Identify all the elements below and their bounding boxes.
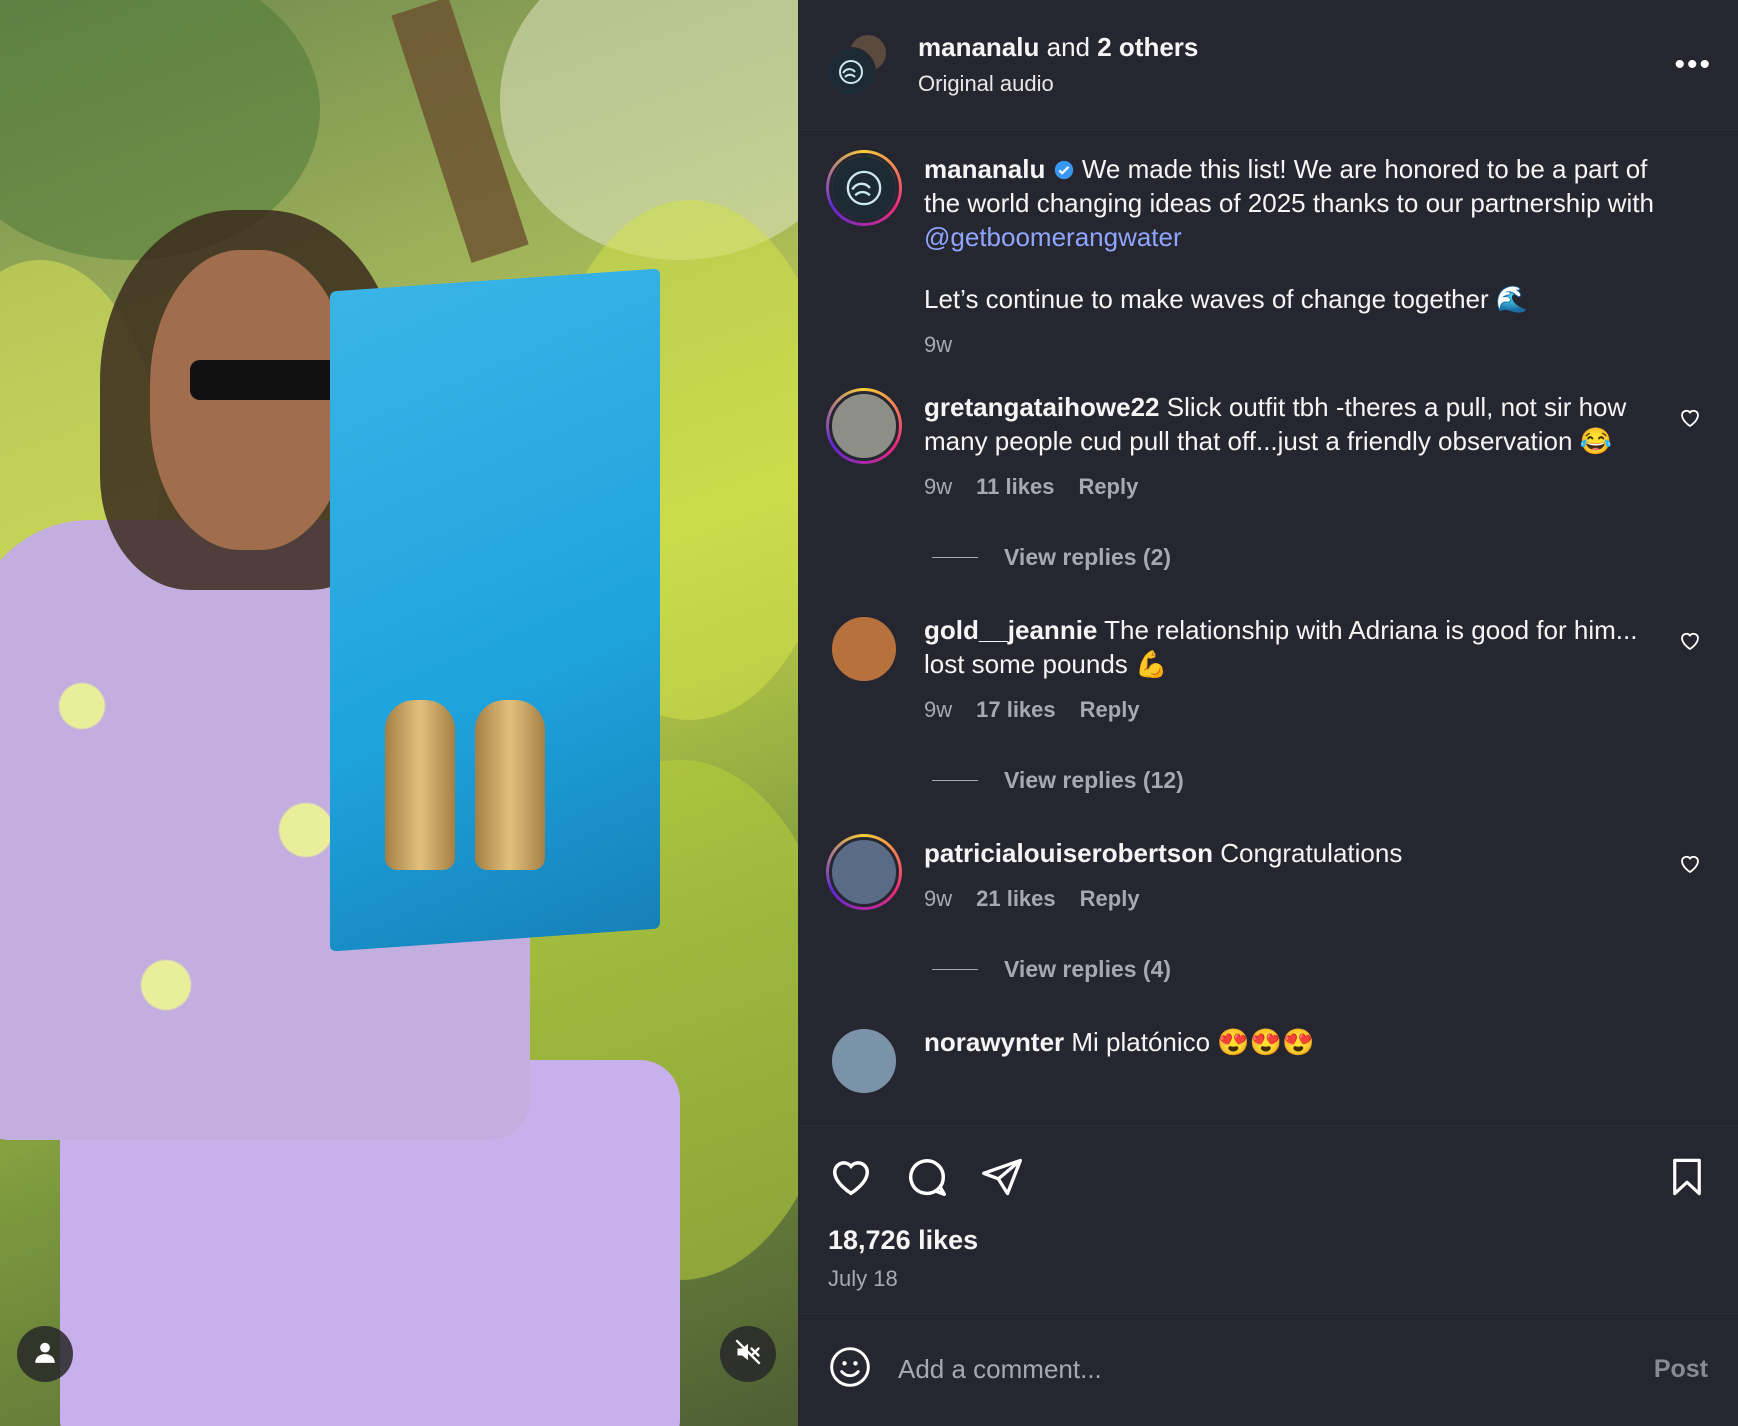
post-actions: 18,726 likes July 18 Post <box>798 1125 1738 1425</box>
comment-composer: Post <box>798 1313 1738 1425</box>
comment-item: gold__jeannie The relationship with Adri… <box>826 611 1708 727</box>
audio-label[interactable]: Original audio <box>918 71 1198 97</box>
verified-icon <box>1053 154 1082 184</box>
caption-username[interactable]: mananalu <box>924 154 1045 184</box>
comment-likes[interactable]: 21 likes <box>976 882 1056 916</box>
comment-icon[interactable] <box>904 1154 950 1205</box>
comment-item: gretangataihowe22 Slick outfit tbh -ther… <box>826 388 1708 504</box>
caption-time: 9w <box>924 332 953 357</box>
reply-button[interactable]: Reply <box>1078 470 1138 504</box>
post-header: mananalu and 2 others Original audio ••• <box>798 0 1738 130</box>
share-icon[interactable] <box>980 1155 1024 1204</box>
comment-item: norawynter Mi platónico 😍😍😍 <box>826 1023 1708 1099</box>
comment-likes[interactable]: 17 likes <box>976 693 1056 727</box>
view-replies-button[interactable]: View replies (2) <box>932 544 1708 571</box>
header-authors[interactable]: mananalu and 2 others <box>918 32 1198 63</box>
reply-button[interactable]: Reply <box>1080 882 1140 916</box>
mute-button[interactable] <box>720 1326 776 1382</box>
comment-likes[interactable]: 11 likes <box>976 470 1054 504</box>
author-name[interactable]: mananalu <box>918 32 1039 62</box>
avatar[interactable] <box>826 388 902 464</box>
view-replies-button[interactable]: View replies (4) <box>932 956 1708 983</box>
like-comment-heart-icon[interactable] <box>1678 406 1702 435</box>
comment-time: 9w <box>924 886 953 911</box>
others-link[interactable]: 2 others <box>1097 32 1198 62</box>
caption-text-2: Let’s continue to make waves of change t… <box>924 284 1529 314</box>
comment-text: Mi platónico 😍😍😍 <box>1071 1027 1315 1057</box>
user-icon <box>32 1339 58 1370</box>
comment-username[interactable]: gold__jeannie <box>924 615 1097 645</box>
divider <box>932 557 978 558</box>
avatar[interactable] <box>826 1023 902 1099</box>
wave-logo-icon <box>846 170 882 206</box>
mention-link[interactable]: @getboomerangwater <box>924 222 1182 252</box>
avatar[interactable] <box>826 834 902 910</box>
more-options-button[interactable]: ••• <box>1674 48 1712 82</box>
comment-text: Congratulations <box>1220 838 1403 868</box>
reply-button[interactable]: Reply <box>1080 693 1140 727</box>
mute-icon <box>734 1338 762 1371</box>
comment-username[interactable]: patricialouiserobertson <box>924 838 1213 868</box>
wave-logo-icon <box>839 59 863 84</box>
comment-username[interactable]: norawynter <box>924 1027 1064 1057</box>
post-button[interactable]: Post <box>1654 1355 1708 1384</box>
avatar[interactable] <box>826 611 902 687</box>
likes-count[interactable]: 18,726 likes <box>798 1205 1738 1256</box>
comment-item: patricialouiserobertson Congratulations … <box>826 834 1708 916</box>
divider <box>932 969 978 970</box>
comment-time: 9w <box>924 474 953 499</box>
post-view: mananalu and 2 others Original audio •••… <box>0 0 1738 1426</box>
like-comment-heart-icon[interactable] <box>1678 629 1702 658</box>
comments-list[interactable]: mananalu We made this list! We are honor… <box>798 150 1738 1125</box>
post-video[interactable] <box>0 0 798 1426</box>
bookmark-icon[interactable] <box>1666 1155 1708 1204</box>
caption: mananalu We made this list! We are honor… <box>826 150 1708 362</box>
emoji-icon[interactable] <box>828 1345 872 1394</box>
divider <box>932 780 978 781</box>
avatar <box>826 46 876 97</box>
post-sidebar: mananalu and 2 others Original audio •••… <box>798 0 1738 1426</box>
collab-avatars[interactable] <box>826 32 890 97</box>
comment-username[interactable]: gretangataihowe22 <box>924 392 1160 422</box>
post-date: July 18 <box>828 1266 898 1291</box>
comment-time: 9w <box>924 697 953 722</box>
comment-input[interactable] <box>898 1354 1654 1385</box>
avatar[interactable] <box>826 150 902 226</box>
view-replies-button[interactable]: View replies (12) <box>932 767 1708 794</box>
tagged-users-button[interactable] <box>17 1326 73 1382</box>
heart-icon[interactable] <box>828 1154 874 1205</box>
like-comment-heart-icon[interactable] <box>1678 852 1702 881</box>
